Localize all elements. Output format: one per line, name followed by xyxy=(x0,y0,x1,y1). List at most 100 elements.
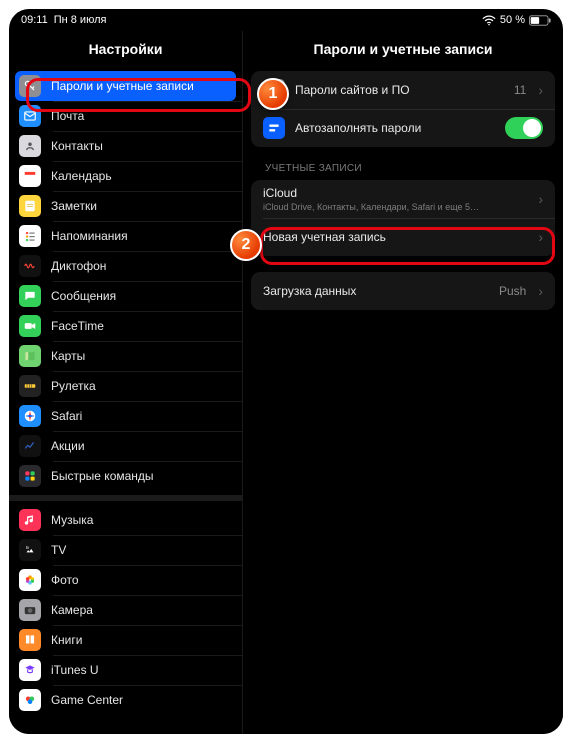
facetime-icon xyxy=(19,315,41,337)
sidebar-item-stocks[interactable]: Акции xyxy=(9,431,242,461)
mail-icon xyxy=(19,105,41,127)
detail-title: Пароли и учетные записи xyxy=(243,31,563,71)
sidebar-item-label: Safari xyxy=(51,409,82,423)
sidebar-item-shortcuts[interactable]: Быстрые команды xyxy=(9,461,242,491)
sidebar-item-key[interactable]: Пароли и учетные записи xyxy=(15,71,236,101)
sidebar-item-photos[interactable]: Фото xyxy=(9,565,242,595)
row-label: Новая учетная запись xyxy=(263,230,526,244)
game-icon xyxy=(19,689,41,711)
sidebar-title: Настройки xyxy=(9,31,242,71)
stocks-icon xyxy=(19,435,41,457)
sidebar-item-label: Музыка xyxy=(51,513,93,527)
sidebar-item-contacts[interactable]: Контакты xyxy=(9,131,242,161)
sidebar-item-label: Акции xyxy=(51,439,85,453)
maps-icon xyxy=(19,345,41,367)
sidebar-item-safari[interactable]: Safari xyxy=(9,401,242,431)
sidebar-item-label: Пароли и учетные записи xyxy=(51,79,194,93)
status-time: 09:11 xyxy=(21,14,48,26)
sidebar-item-facetime[interactable]: FaceTime xyxy=(9,311,242,341)
sidebar-item-label: Фото xyxy=(51,573,79,587)
status-date: Пн 8 июля xyxy=(54,14,107,26)
photos-icon xyxy=(19,569,41,591)
sidebar-item-label: Диктофон xyxy=(51,259,106,273)
sidebar-item-label: Камера xyxy=(51,603,93,617)
reminders-icon xyxy=(19,225,41,247)
row-label: Загрузка данных xyxy=(263,284,489,298)
chevron-right-icon: › xyxy=(538,283,543,299)
chevron-right-icon: › xyxy=(538,82,543,98)
detail-row[interactable]: Пароли сайтов и ПО 11 › xyxy=(251,71,555,109)
sidebar-item-music[interactable]: Музыка xyxy=(9,505,242,535)
wifi-icon xyxy=(482,15,496,26)
svg-text:tv: tv xyxy=(26,545,30,550)
sidebar-item-itunesu[interactable]: iTunes U xyxy=(9,655,242,685)
sidebar-item-mail[interactable]: Почта xyxy=(9,101,242,131)
books-icon xyxy=(19,629,41,651)
sidebar-item-label: Быстрые команды xyxy=(51,469,154,483)
detail-list: Пароли сайтов и ПО 11 › Автозаполнять парол… xyxy=(243,71,563,326)
calendar-icon xyxy=(19,165,41,187)
status-battery: 50 % xyxy=(500,14,525,26)
sidebar-item-label: Напоминания xyxy=(51,229,128,243)
contacts-icon xyxy=(19,135,41,157)
section-header-accounts: УЧЕТНЫЕ ЗАПИСИ xyxy=(251,163,555,180)
sidebar-item-label: Заметки xyxy=(51,199,97,213)
sidebar-item-reminders[interactable]: Напоминания xyxy=(9,221,242,251)
row-value: 11 xyxy=(514,83,526,97)
itunesu-icon xyxy=(19,659,41,681)
sidebar-item-label: Контакты xyxy=(51,139,103,153)
status-bar: 09:11 Пн 8 июля 50 % xyxy=(9,9,563,31)
sidebar-item-label: Game Center xyxy=(51,693,123,707)
sidebar-item-voice[interactable]: Диктофон xyxy=(9,251,242,281)
tv-icon: tv xyxy=(19,539,41,561)
music-icon xyxy=(19,509,41,531)
sidebar-item-maps[interactable]: Карты xyxy=(9,341,242,371)
key-icon xyxy=(19,75,41,97)
sidebar-list: Пароли и учетные записи Почта Контакты Кале… xyxy=(9,71,242,715)
battery-icon xyxy=(529,15,551,26)
fill-icon xyxy=(263,117,285,139)
sidebar-item-tv[interactable]: tvTV xyxy=(9,535,242,565)
row-label: Автозаполнять пароли xyxy=(295,121,495,135)
chevron-right-icon: › xyxy=(538,191,543,207)
safari-icon xyxy=(19,405,41,427)
sidebar-item-label: Карты xyxy=(51,349,85,363)
sidebar-item-camera[interactable]: Камера xyxy=(9,595,242,625)
key-icon xyxy=(263,79,285,101)
sidebar: Настройки Пароли и учетные записи Почта Ко… xyxy=(9,31,243,734)
shortcuts-icon xyxy=(19,465,41,487)
row-subtitle: iCloud Drive, Контакты, Календари, Safar… xyxy=(263,202,526,212)
detail-row[interactable]: Автозаполнять пароли xyxy=(251,109,555,147)
detail-row[interactable]: Загрузка данных Push › xyxy=(251,272,555,310)
sidebar-item-label: iTunes U xyxy=(51,663,99,677)
separator xyxy=(9,495,242,501)
toggle-switch[interactable] xyxy=(505,117,543,139)
row-label: Пароли сайтов и ПО xyxy=(295,83,504,97)
sidebar-item-books[interactable]: Книги xyxy=(9,625,242,655)
sidebar-item-game[interactable]: Game Center xyxy=(9,685,242,715)
row-value: Push xyxy=(499,284,526,298)
sidebar-item-label: Книги xyxy=(51,633,82,647)
notes-icon xyxy=(19,195,41,217)
sidebar-item-label: Почта xyxy=(51,109,84,123)
sidebar-item-label: Календарь xyxy=(51,169,112,183)
sidebar-item-label: Рулетка xyxy=(51,379,96,393)
sidebar-item-label: Сообщения xyxy=(51,289,116,303)
settings-group: iCloud iCloud Drive, Контакты, Календари,… xyxy=(251,180,555,256)
detail-row[interactable]: Новая учетная запись › xyxy=(251,218,555,256)
row-label: iCloud xyxy=(263,186,526,200)
detail-pane: Пароли и учетные записи Пароли сайтов и … xyxy=(243,31,563,734)
voice-icon xyxy=(19,255,41,277)
measure-icon xyxy=(19,375,41,397)
sidebar-item-messages[interactable]: Сообщения xyxy=(9,281,242,311)
sidebar-item-measure[interactable]: Рулетка xyxy=(9,371,242,401)
sidebar-item-calendar[interactable]: Календарь xyxy=(9,161,242,191)
chevron-right-icon: › xyxy=(538,229,543,245)
settings-group: Пароли сайтов и ПО 11 › Автозаполнять парол… xyxy=(251,71,555,147)
messages-icon xyxy=(19,285,41,307)
detail-row[interactable]: iCloud iCloud Drive, Контакты, Календари,… xyxy=(251,180,555,218)
settings-group: Загрузка данных Push › xyxy=(251,272,555,310)
camera-icon xyxy=(19,599,41,621)
sidebar-item-notes[interactable]: Заметки xyxy=(9,191,242,221)
sidebar-item-label: FaceTime xyxy=(51,319,104,333)
